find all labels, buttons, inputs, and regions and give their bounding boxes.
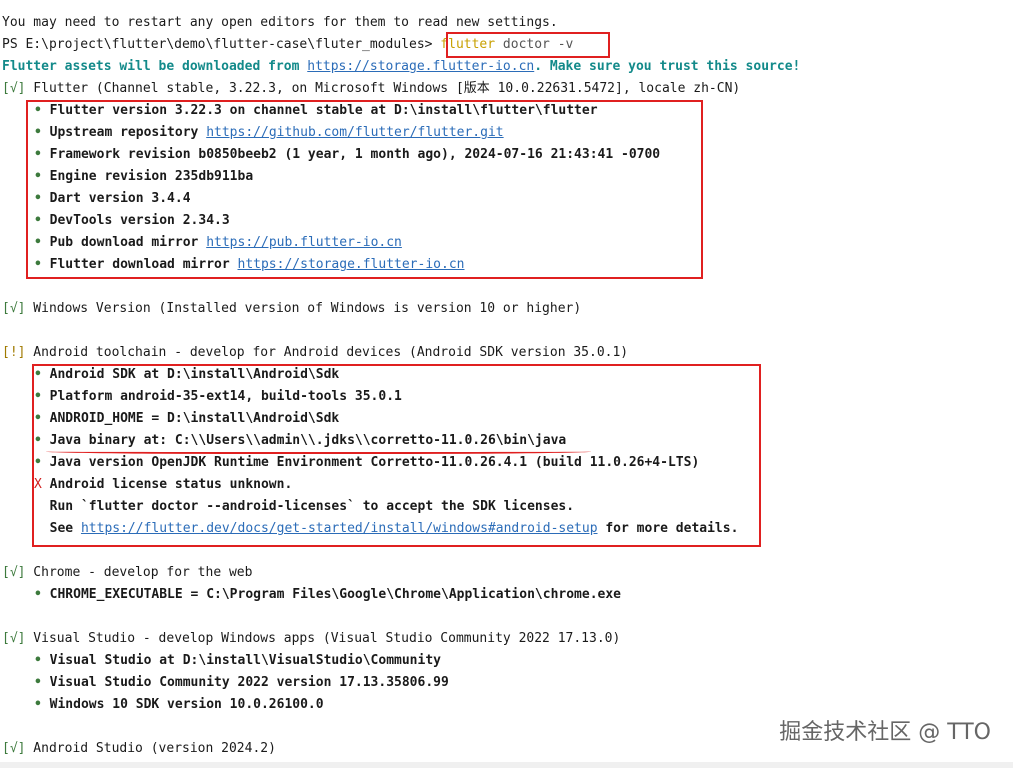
status-ok: [√]	[2, 631, 26, 646]
mirror-notice-link[interactable]: https://storage.flutter-io.cn	[307, 59, 534, 74]
terminal-output[interactable]: You may need to restart any open editors…	[0, 0, 1013, 768]
mirror-notice: Flutter assets will be downloaded from h…	[2, 59, 801, 74]
status-ok: [√]	[2, 741, 26, 756]
status-ok: [√]	[2, 301, 26, 316]
list-item: • Windows 10 SDK version 10.0.26100.0	[34, 697, 324, 712]
watermark: 掘金技术社区 @ TTO	[779, 720, 991, 745]
visual-studio-section-header: [√] Visual Studio - develop Windows apps…	[2, 631, 621, 646]
command-highlight-box	[446, 32, 610, 58]
list-item: • Visual Studio at D:\install\VisualStud…	[34, 653, 441, 668]
status-warning: [!]	[2, 345, 26, 360]
status-ok: [√]	[2, 565, 26, 580]
bottom-strip	[0, 762, 1013, 768]
chrome-section-header: [√] Chrome - develop for the web	[2, 565, 253, 580]
status-ok: [√]	[2, 81, 26, 96]
flutter-details-highlight-box	[26, 100, 703, 279]
windows-section-header: [√] Windows Version (Installed version o…	[2, 301, 582, 316]
restart-note: You may need to restart any open editors…	[2, 15, 558, 30]
prompt-path: PS E:\project\flutter\demo\flutter-case\…	[2, 37, 441, 52]
list-item: • Visual Studio Community 2022 version 1…	[34, 675, 449, 690]
flutter-section-header: [√] Flutter (Channel stable, 3.22.3, on …	[2, 81, 741, 96]
android-section-header: [!] Android toolchain - develop for Andr…	[2, 345, 629, 360]
android-details-highlight-box	[32, 364, 761, 547]
android-studio-section-header: [√] Android Studio (version 2024.2)	[2, 741, 276, 756]
list-item: • CHROME_EXECUTABLE = C:\Program Files\G…	[34, 587, 622, 602]
